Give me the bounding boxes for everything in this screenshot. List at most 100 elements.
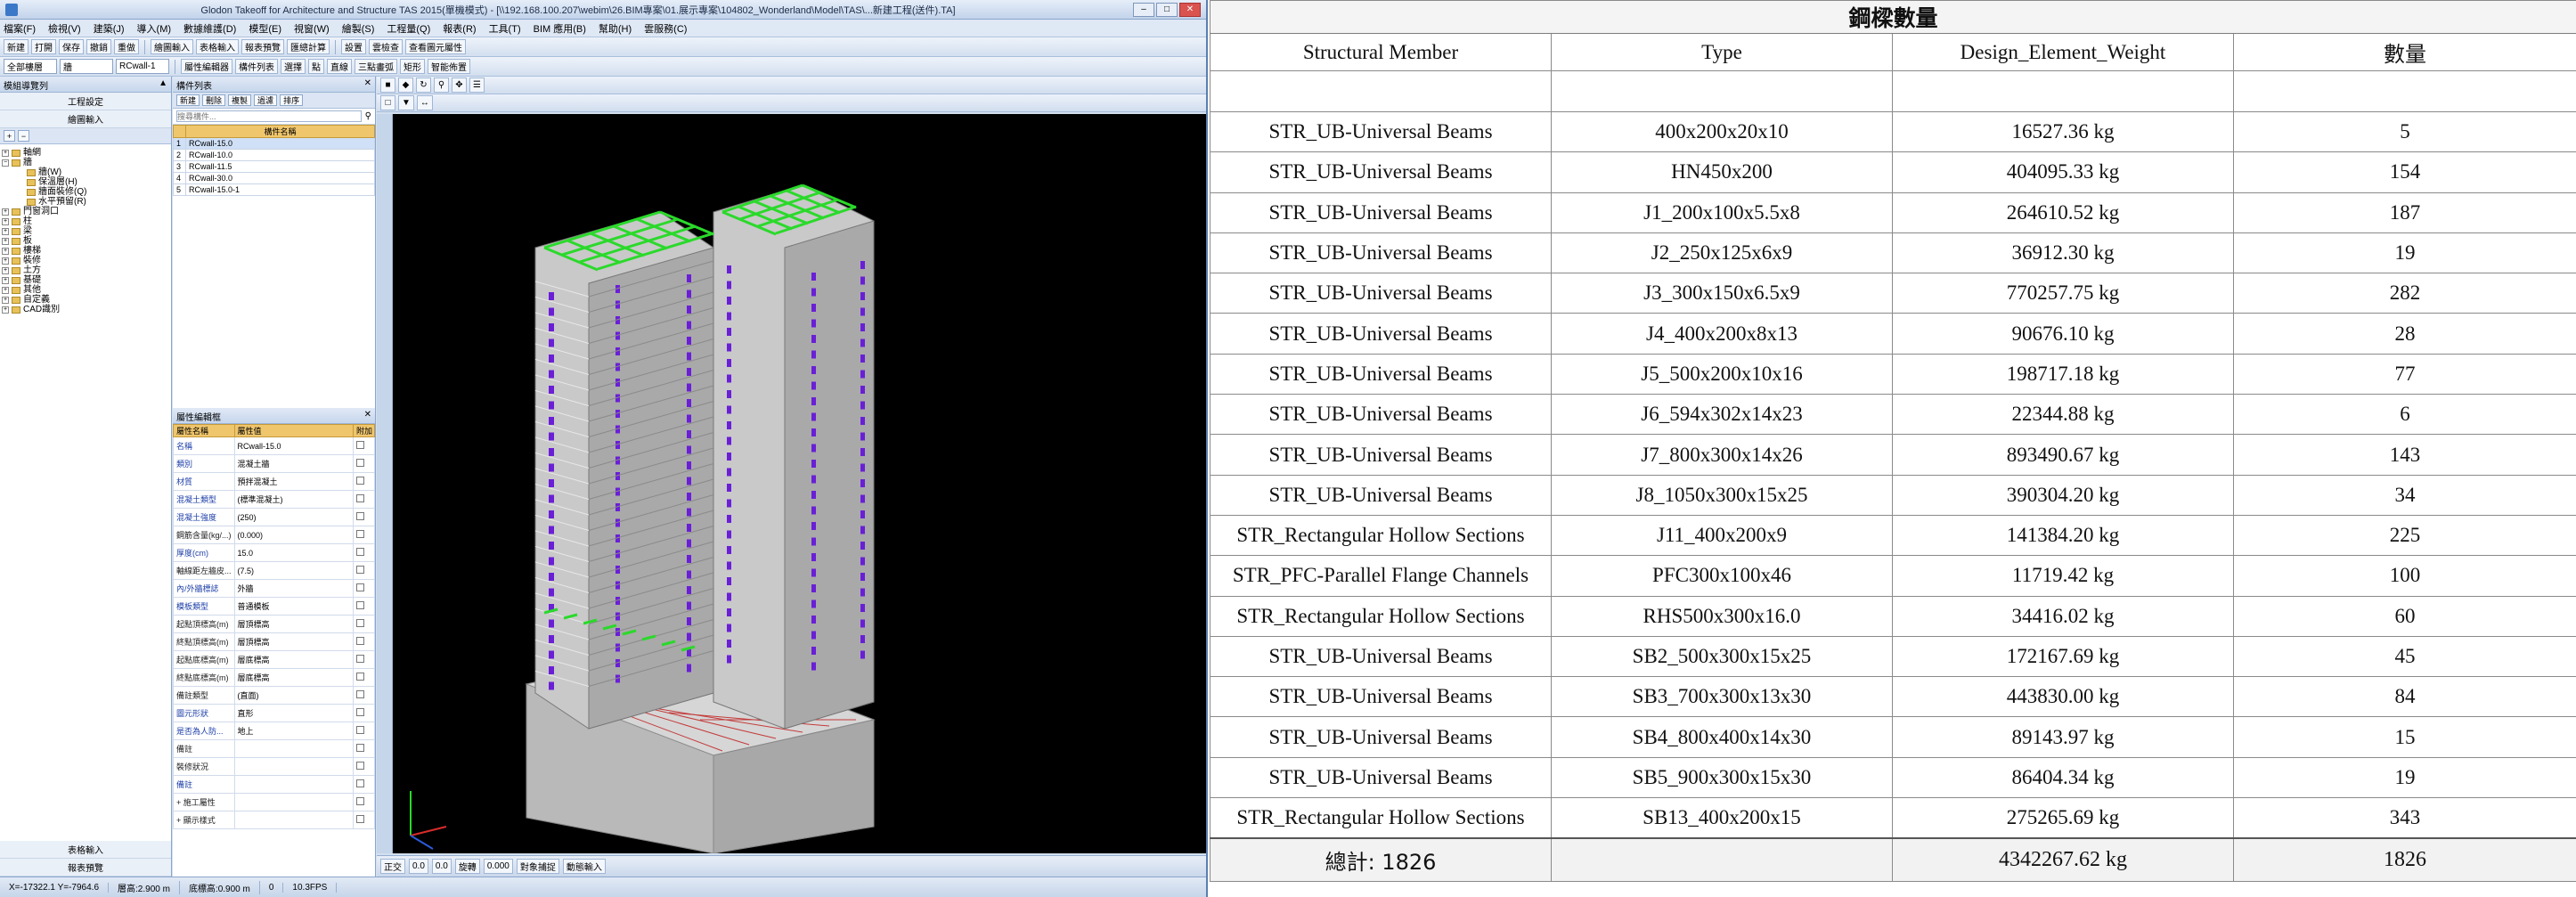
toolbar-button[interactable]: 繪圖輸入	[151, 39, 193, 54]
filter-button[interactable]: ▼	[398, 95, 414, 110]
property-value[interactable]	[233, 757, 355, 776]
menu-item[interactable]: 檢視(V)	[48, 21, 81, 36]
attach-checkbox[interactable]	[356, 477, 364, 485]
property-value[interactable]: 混凝土牆	[233, 454, 355, 473]
tree-item[interactable]: 保溫層(H)	[2, 177, 169, 187]
tree-item[interactable]: + 自定義	[2, 295, 169, 305]
zoom-button[interactable]: ⚲	[434, 77, 449, 93]
attach-checkbox[interactable]	[356, 441, 364, 449]
attach-checkbox[interactable]	[356, 548, 364, 556]
draw-tool-button[interactable]: 構件列表	[235, 59, 278, 74]
expand-toggle-icon[interactable]: +	[2, 217, 9, 225]
tree-item[interactable]: + 基礎	[2, 275, 169, 285]
property-value[interactable]	[233, 739, 355, 758]
attach-checkbox[interactable]	[356, 459, 364, 467]
component-tool-button[interactable]: 刪除	[202, 94, 226, 106]
property-row[interactable]: 起點頂標高(m) 層頂標高	[173, 615, 375, 633]
tree-item[interactable]: 牆面裝修(Q)	[2, 187, 169, 197]
toolbar-button[interactable]: 重做	[114, 39, 139, 54]
attach-checkbox[interactable]	[356, 797, 364, 805]
property-value[interactable]: 地上	[233, 722, 355, 740]
attach-checkbox[interactable]	[356, 601, 364, 609]
viewport-status-button[interactable]: 對象捕捉	[516, 859, 559, 874]
pan-button[interactable]: ✥	[452, 77, 467, 93]
expand-toggle-icon[interactable]: +	[2, 296, 9, 304]
tree-item[interactable]: − 牆	[2, 158, 169, 167]
property-row[interactable]: 裝修狀況	[173, 757, 375, 776]
3d-model-viewport[interactable]	[393, 114, 1206, 853]
tree-item[interactable]: + 柱	[2, 216, 169, 226]
expand-toggle-icon[interactable]: +	[2, 227, 9, 235]
component-tool-button[interactable]: 排序	[280, 94, 304, 106]
menu-item[interactable]: 數據維護(D)	[183, 21, 236, 36]
layer-button[interactable]: ☰	[469, 77, 485, 93]
property-value[interactable]: 15.0	[233, 543, 355, 562]
property-row[interactable]: 類別 混凝土牆	[173, 454, 375, 473]
tree-item[interactable]: + 梁	[2, 226, 169, 236]
attach-checkbox[interactable]	[356, 637, 364, 645]
tree-item[interactable]: + 樓梯	[2, 246, 169, 256]
property-value[interactable]	[233, 793, 355, 811]
tree-item[interactable]: + CAD識別	[2, 305, 169, 314]
component-tool-button[interactable]: 新建	[176, 94, 200, 106]
draw-tool-button[interactable]: 屬性編輯器	[181, 59, 232, 74]
view-top-button[interactable]: ■	[380, 77, 395, 93]
draw-tool-button[interactable]: 矩形	[400, 59, 425, 74]
viewport-status-button[interactable]: 旋轉	[454, 859, 480, 874]
property-value[interactable]: 預拌混凝土	[233, 472, 355, 491]
menu-item[interactable]: 工程量(Q)	[387, 21, 430, 36]
property-row[interactable]: 備註	[173, 739, 375, 758]
property-value[interactable]: RCwall-15.0	[233, 436, 355, 455]
component-tool-button[interactable]: 過濾	[254, 94, 278, 106]
table-row[interactable]: 5 RCwall-15.0-1	[173, 183, 375, 196]
expand-all-icon[interactable]: +	[4, 130, 15, 142]
menu-item[interactable]: 導入(M)	[137, 21, 172, 36]
collapse-all-icon[interactable]: −	[18, 130, 29, 142]
property-row[interactable]: 鋼筋含量(kg/...) (0.000)	[173, 526, 375, 544]
menu-item[interactable]: 報表(R)	[443, 21, 476, 36]
property-row[interactable]: 終點頂標高(m) 層頂標高	[173, 632, 375, 651]
component-search-input[interactable]	[176, 110, 362, 122]
property-row[interactable]: + 施工屬性	[173, 793, 375, 811]
property-row[interactable]: 圖元形狀 直形	[173, 704, 375, 722]
property-value[interactable]: 普通模板	[233, 597, 355, 616]
toolbar-button[interactable]: 查看圖元屬性	[405, 39, 466, 54]
drawing-input-button[interactable]: 繪圖輸入	[0, 110, 171, 128]
close-panel-icon[interactable]: ✕	[364, 410, 371, 421]
property-value[interactable]: (0.000)	[233, 526, 355, 544]
draw-tool-button[interactable]: 選擇	[281, 59, 306, 74]
attach-checkbox[interactable]	[356, 726, 364, 734]
menu-item[interactable]: 檔案(F)	[4, 21, 36, 36]
table-row[interactable]: 3 RCwall-11.5	[173, 160, 375, 173]
table-row[interactable]: 4 RCwall-30.0	[173, 172, 375, 184]
attach-checkbox[interactable]	[356, 494, 364, 502]
table-input-button[interactable]: 表格輸入	[0, 841, 171, 859]
table-row[interactable]: 1 RCwall-15.0	[173, 137, 375, 150]
property-row[interactable]: 材質 預拌混凝土	[173, 472, 375, 491]
viewport-status-button[interactable]: 動態輸入	[562, 859, 606, 874]
property-value[interactable]: 層底標高	[233, 668, 355, 687]
property-value[interactable]	[233, 775, 355, 794]
attach-checkbox[interactable]	[356, 762, 364, 770]
menu-item[interactable]: 模型(E)	[249, 21, 281, 36]
menu-item[interactable]: 建築(J)	[94, 21, 125, 36]
expand-toggle-icon[interactable]: −	[2, 159, 9, 167]
draw-tool-button[interactable]: 三點畫弧	[355, 59, 397, 74]
property-row[interactable]: 備註	[173, 775, 375, 794]
select-all-button[interactable]: □	[380, 95, 395, 110]
tree-item[interactable]: + 軸網	[2, 148, 169, 158]
viewport-status-button[interactable]: 正交	[380, 859, 405, 874]
property-row[interactable]: 模板類型 普通模板	[173, 597, 375, 616]
search-icon[interactable]: ⚲	[365, 111, 371, 121]
property-row[interactable]: 軸線距左牆皮... (7.5)	[173, 561, 375, 580]
property-row[interactable]: + 顯示樣式	[173, 811, 375, 829]
property-row[interactable]: 混凝土強度 (250)	[173, 508, 375, 526]
toolbar-button[interactable]: 表格輸入	[196, 39, 239, 54]
attach-checkbox[interactable]	[356, 779, 364, 787]
menu-item[interactable]: 雲服務(C)	[644, 21, 687, 36]
expand-toggle-icon[interactable]: +	[2, 237, 9, 245]
component-select[interactable]: 牆	[60, 59, 113, 74]
close-icon[interactable]: ✕	[1179, 2, 1201, 17]
property-value[interactable]	[233, 811, 355, 829]
menu-item[interactable]: 幫助(H)	[599, 21, 632, 36]
